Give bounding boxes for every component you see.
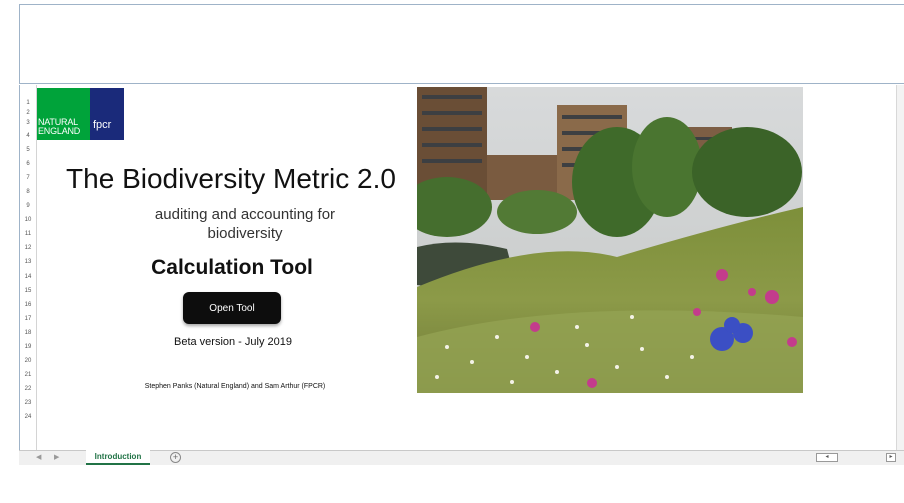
- row-header[interactable]: 9: [20, 203, 36, 209]
- row-header[interactable]: 2: [20, 110, 36, 116]
- row-header[interactable]: 20: [20, 358, 36, 364]
- sheet-tab-bar: ◀ ▶ Introduction + ◂ ▸: [19, 450, 904, 465]
- row-header[interactable]: 24: [20, 414, 36, 420]
- tab-introduction[interactable]: Introduction: [86, 450, 150, 465]
- row-header[interactable]: 11: [20, 231, 36, 237]
- row-header[interactable]: 15: [20, 288, 36, 294]
- row-header[interactable]: 3: [20, 120, 36, 126]
- row-header[interactable]: 7: [20, 175, 36, 181]
- fpcr-logo: fpcr: [90, 88, 124, 140]
- tab-scroll-right-icon[interactable]: ▶: [54, 453, 59, 461]
- version-text: Beta version - July 2019: [173, 336, 292, 348]
- row-header[interactable]: 10: [20, 217, 36, 223]
- row-header[interactable]: 21: [20, 372, 36, 378]
- row-header[interactable]: 12: [20, 245, 36, 251]
- row-header[interactable]: 1: [20, 100, 36, 106]
- row-header[interactable]: 16: [20, 302, 36, 308]
- row-header[interactable]: 22: [20, 386, 36, 392]
- page-title: The Biodiversity Metric 2.0: [66, 163, 396, 194]
- row-header[interactable]: 13: [20, 259, 36, 265]
- logo-fpcr-text: fpcr: [93, 119, 112, 131]
- horizontal-scrollbar[interactable]: ◂ ▸: [816, 453, 896, 463]
- row-header[interactable]: 4: [20, 133, 36, 139]
- tab-scroll-left-icon[interactable]: ◀: [36, 453, 41, 461]
- scroll-right-icon[interactable]: ▸: [886, 453, 896, 462]
- vertical-scrollbar[interactable]: [896, 85, 904, 451]
- logo: NATURAL ENGLAND fpcr: [37, 88, 124, 140]
- calculation-heading: Calculation Tool: [151, 256, 313, 279]
- row-header[interactable]: 17: [20, 316, 36, 322]
- row-header[interactable]: 19: [20, 344, 36, 350]
- scroll-left-icon[interactable]: ◂: [816, 453, 838, 462]
- ribbon-area: [0, 0, 904, 85]
- logo-england-text: ENGLAND: [38, 126, 81, 136]
- natural-england-logo: NATURAL ENGLAND: [37, 88, 90, 140]
- row-header[interactable]: 8: [20, 189, 36, 195]
- ribbon-frame: [19, 4, 904, 84]
- sheet-area: 1 2 3 4 5 6 7 8 9 10 11 12 13 14 15 16 1…: [19, 85, 904, 465]
- row-header[interactable]: 23: [20, 400, 36, 406]
- row-header[interactable]: 6: [20, 161, 36, 167]
- row-header[interactable]: 5: [20, 147, 36, 153]
- row-header[interactable]: 18: [20, 330, 36, 336]
- open-tool-button[interactable]: Open Tool: [183, 292, 281, 324]
- plus-circle-icon[interactable]: +: [170, 452, 181, 463]
- row-header[interactable]: 14: [20, 274, 36, 280]
- authors-text: Stephen Panks (Natural England) and Sam …: [144, 383, 326, 390]
- row-headers: 1 2 3 4 5 6 7 8 9 10 11 12 13 14 15 16 1…: [20, 85, 37, 451]
- page-subtitle: auditing and accounting for biodiversity: [154, 206, 336, 242]
- meadow-photo: [417, 87, 803, 393]
